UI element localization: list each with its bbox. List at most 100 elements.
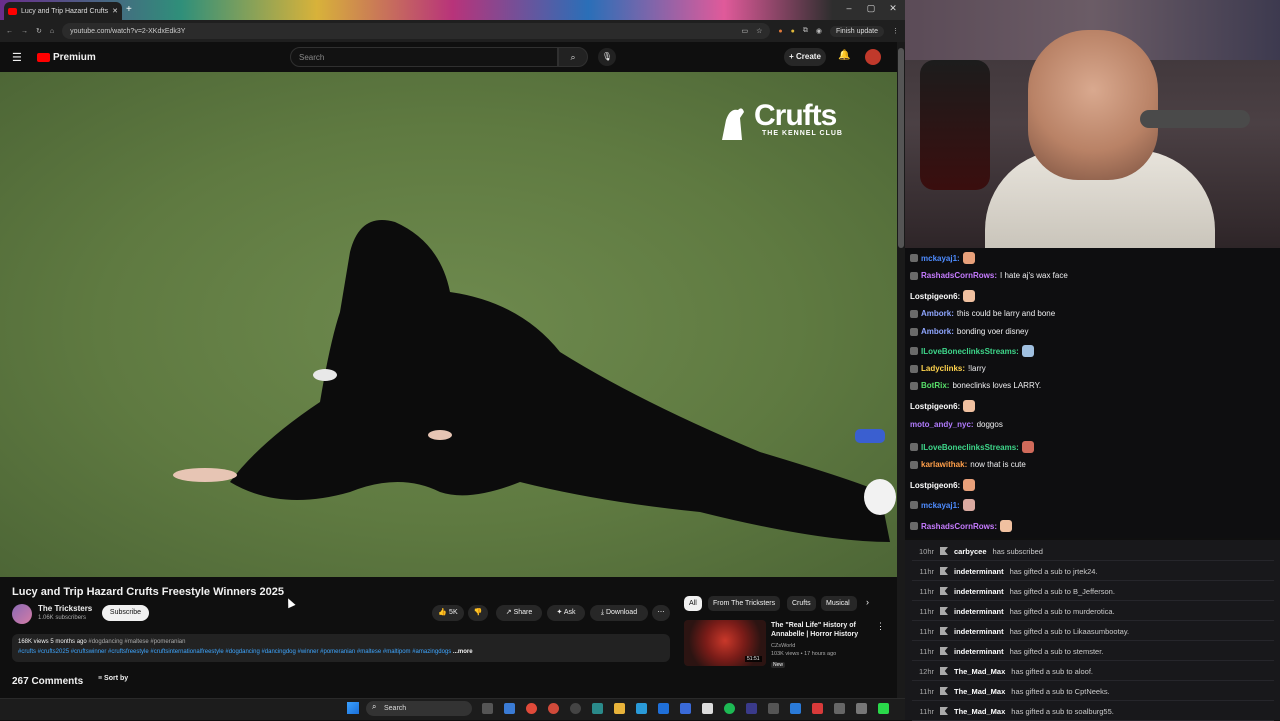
description-tags-line2[interactable]: #crufts #crufts2025 #cruftswinner #cruft…	[18, 649, 451, 655]
chat-username[interactable]: RashadsCornRows:	[921, 522, 997, 531]
video-description[interactable]: 168K views 5 months ago #dogdancing #mal…	[12, 634, 670, 662]
minimize-button[interactable]: –	[838, 3, 860, 14]
like-button[interactable]: 👍 5K	[432, 605, 464, 621]
sort-comments-button[interactable]: ≡ Sort by	[98, 675, 128, 682]
app-icon[interactable]	[680, 703, 691, 714]
chat-username[interactable]: ILoveBoneclinksStreams:	[921, 443, 1019, 452]
browser-tab-active[interactable]: Lucy and Trip Hazard Crufts ✕	[4, 2, 122, 20]
chat-username[interactable]: BotRix:	[921, 381, 949, 390]
event-username[interactable]: indeterminant	[954, 607, 1004, 616]
task-view-icon[interactable]	[482, 703, 493, 714]
chat-username[interactable]: Lostpigeon6:	[910, 402, 960, 411]
chat-username[interactable]: mckayaj1:	[921, 501, 960, 510]
app-icon[interactable]	[834, 703, 845, 714]
event-username[interactable]: indeterminant	[954, 627, 1004, 636]
finish-update-button[interactable]: Finish update	[829, 25, 884, 37]
app-icon[interactable]	[592, 703, 603, 714]
chat-message: BotRix: boneclinks loves LARRY.	[910, 381, 1041, 390]
maximize-button[interactable]: ▢	[860, 3, 882, 14]
spotify-icon[interactable]	[724, 703, 735, 714]
event-username[interactable]: indeterminant	[954, 647, 1004, 656]
cast-icon[interactable]: ▭	[741, 27, 748, 35]
chat-message: Ambork: this could be larry and bone	[910, 309, 1055, 318]
forward-arrow-icon[interactable]: →	[21, 28, 28, 35]
chat-username[interactable]: ILoveBoneclinksStreams:	[921, 347, 1019, 356]
obs-icon[interactable]	[570, 703, 581, 714]
event-text: has subscribed	[992, 546, 1043, 556]
video-player[interactable]	[0, 72, 897, 577]
dislike-button[interactable]: 👎	[468, 605, 488, 621]
chat-username[interactable]: RashadsCornRows:	[921, 271, 997, 280]
home-icon[interactable]: ⌂	[50, 28, 54, 35]
chrome-profile-icon[interactable]	[548, 703, 559, 714]
download-button[interactable]: ⤓ Download	[590, 605, 648, 621]
event-username[interactable]: indeterminant	[954, 567, 1004, 576]
app-icon[interactable]	[878, 703, 889, 714]
event-username[interactable]: The_Mad_Max	[954, 667, 1005, 676]
chrome-icon[interactable]	[526, 703, 537, 714]
menu-kebab-icon[interactable]: ⋮	[892, 27, 899, 35]
chat-text: doggos	[976, 420, 1003, 429]
file-explorer-icon[interactable]	[614, 703, 625, 714]
event-username[interactable]: The_Mad_Max	[954, 707, 1005, 716]
profile-avatar[interactable]: ◉	[816, 27, 822, 35]
chip-crufts[interactable]: Crufts	[787, 596, 816, 611]
app-icon[interactable]	[636, 703, 647, 714]
taskbar-search[interactable]: Search	[366, 701, 472, 716]
app-icon[interactable]	[856, 703, 867, 714]
chat-username[interactable]: moto_andy_nyc:	[910, 420, 974, 429]
event-username[interactable]: The_Mad_Max	[954, 687, 1005, 696]
app-icon[interactable]	[746, 703, 757, 714]
extension-icon[interactable]: ●	[791, 28, 795, 35]
account-avatar[interactable]	[865, 49, 881, 65]
extension-icon[interactable]: ●	[778, 28, 782, 35]
windows-start-icon[interactable]	[347, 702, 359, 714]
more-actions-button[interactable]: ⋯	[652, 605, 670, 621]
channel-avatar[interactable]	[12, 604, 32, 624]
notifications-bell-icon[interactable]: 🔔	[838, 50, 850, 61]
chat-username[interactable]: Ambork:	[921, 309, 954, 318]
close-tab-icon[interactable]: ✕	[112, 7, 118, 15]
voice-search-button[interactable]: 🎙	[598, 48, 616, 66]
reload-icon[interactable]: ↻	[36, 27, 42, 35]
address-bar[interactable]: youtube.com/watch?v=2-XKdxEdk3Y ▭ ☆	[62, 23, 771, 39]
chat-username[interactable]: Ambork:	[921, 327, 954, 336]
chip-all[interactable]: All	[684, 596, 702, 611]
recommendation-title[interactable]: The "Real Life" History of Annabelle | H…	[771, 621, 877, 639]
event-username[interactable]: indeterminant	[954, 587, 1004, 596]
channel-name[interactable]: The Tricksters	[38, 604, 92, 613]
chat-username[interactable]: Lostpigeon6:	[910, 292, 960, 301]
chip-from-tricksters[interactable]: From The Tricksters	[708, 596, 781, 611]
subscribe-button[interactable]: Subscribe	[102, 605, 149, 621]
app-icon[interactable]	[768, 703, 779, 714]
description-tags-line1: #dogdancing #maltese #pomeranian	[88, 639, 186, 645]
chat-username[interactable]: mckayaj1:	[921, 254, 960, 263]
ask-button[interactable]: ✦ Ask	[547, 605, 585, 621]
create-button[interactable]: + Create	[784, 48, 826, 66]
youtube-logo[interactable]: Premium	[37, 52, 96, 63]
chat-username[interactable]: Ladyclinks:	[921, 364, 965, 373]
app-icon[interactable]	[790, 703, 801, 714]
search-button[interactable]: ⌕	[558, 47, 588, 67]
event-time: 11hr	[919, 646, 934, 656]
chat-username[interactable]: karlawithak:	[921, 460, 967, 469]
extensions-puzzle-icon[interactable]: ⧉	[803, 27, 808, 35]
app-icon[interactable]	[658, 703, 669, 714]
close-window-button[interactable]: ✕	[882, 3, 904, 14]
app-icon[interactable]	[812, 703, 823, 714]
event-username[interactable]: carbycee	[954, 547, 987, 556]
chat-username[interactable]: Lostpigeon6:	[910, 481, 960, 490]
new-tab-button[interactable]: +	[126, 4, 132, 15]
back-arrow-icon[interactable]: ←	[6, 28, 13, 35]
chevron-right-icon[interactable]: ›	[866, 597, 869, 607]
search-input[interactable]: Search	[290, 47, 558, 67]
description-more-link[interactable]: ...more	[453, 649, 473, 655]
share-button[interactable]: ↗ Share	[496, 605, 542, 621]
recommendation-menu-icon[interactable]: ⋮	[876, 621, 885, 632]
hamburger-menu-icon[interactable]: ☰	[12, 51, 22, 64]
bookmark-star-icon[interactable]: ☆	[756, 27, 762, 35]
app-icon[interactable]	[702, 703, 713, 714]
scrollbar-thumb[interactable]	[898, 48, 904, 248]
edge-icon[interactable]	[504, 703, 515, 714]
chip-musical[interactable]: Musical	[821, 596, 857, 611]
